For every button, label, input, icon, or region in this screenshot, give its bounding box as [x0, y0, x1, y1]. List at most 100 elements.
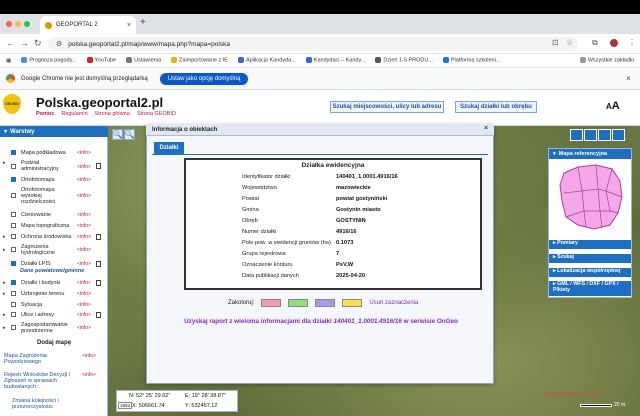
layer-info-link[interactable]: <info>: [77, 325, 91, 331]
reload-icon[interactable]: ↻: [34, 38, 42, 49]
new-tab-button[interactable]: +: [140, 17, 146, 28]
layer-checkbox[interactable]: [11, 325, 16, 330]
extensions-icon[interactable]: ⧉: [592, 38, 598, 48]
profile-avatar[interactable]: [610, 39, 618, 47]
maximize-window-icon[interactable]: [24, 21, 30, 27]
extra-layer-link[interactable]: Rejestr Wniosków Decyzji i Zgłoszeń w sp…: [4, 372, 96, 390]
tool-button-1[interactable]: [570, 129, 583, 141]
color-swatch-green[interactable]: [288, 299, 309, 307]
tool-button-3[interactable]: [598, 129, 611, 141]
bookmark-item[interactable]: Dzień 1-5 PRODU...: [375, 57, 433, 64]
color-swatch-yellow[interactable]: [342, 299, 363, 307]
expand-arrow-icon[interactable]: ▸: [3, 247, 6, 253]
extra-layer-link[interactable]: Mapa Zagrożenia Powodziowego <info>: [4, 353, 96, 365]
layer-checkbox[interactable]: [11, 234, 16, 239]
layer-info-link[interactable]: <info>: [77, 312, 91, 318]
terms-link[interactable]: Regulamin: [61, 111, 87, 117]
layer-info-link[interactable]: <info>: [77, 150, 91, 156]
export-item[interactable]: ▸ GML / WFS / DXF / GPX / Pikiety: [549, 281, 631, 296]
epsg-badge[interactable]: 1992: [118, 402, 133, 409]
document-icon[interactable]: [96, 234, 101, 240]
layer-info-link[interactable]: <info>: [77, 164, 91, 170]
help-link[interactable]: Pomoc: [36, 111, 54, 117]
geobid-link[interactable]: Strona GEOBID: [137, 111, 176, 117]
layer-checkbox[interactable]: [11, 193, 16, 198]
close-dialog-icon[interactable]: ×: [484, 125, 488, 132]
bookmark-item[interactable]: Aplikacja Kandyda...: [237, 57, 296, 64]
layer-info-link[interactable]: <info>: [77, 193, 91, 199]
layer-checkbox[interactable]: [11, 261, 16, 266]
bookmark-item[interactable]: Ustawienia: [126, 57, 161, 64]
layer-info-link[interactable]: <info>: [77, 234, 91, 240]
layer-order-link[interactable]: Zmiana kolejności i przezroczystości: [12, 398, 82, 410]
expand-arrow-icon[interactable]: ▸: [3, 234, 6, 240]
tool-button-4[interactable]: [612, 129, 625, 141]
layer-info-link[interactable]: <info>: [77, 291, 91, 297]
layer-checkbox[interactable]: [11, 312, 16, 317]
layer-checkbox[interactable]: [11, 177, 16, 182]
layer-checkbox[interactable]: [11, 302, 16, 307]
layer-checkbox[interactable]: [11, 212, 16, 217]
install-app-icon[interactable]: ⊡: [552, 38, 559, 47]
home-link[interactable]: Strona główna: [95, 111, 130, 117]
map-attribution[interactable]: © OpenStreetMap contributors: [540, 391, 601, 396]
search-address-button[interactable]: Szukaj miejscowości, ulicy lub adresu: [330, 101, 444, 113]
browser-tab[interactable]: GEOPORTAL 2 ×: [40, 16, 136, 34]
layer-checkbox[interactable]: [11, 247, 16, 252]
zoom-in-icon[interactable]: 🔍: [112, 129, 123, 140]
document-icon[interactable]: [96, 261, 101, 267]
layer-checkbox[interactable]: [11, 164, 16, 169]
layer-info-link[interactable]: <info>: [77, 302, 91, 308]
bookmark-item[interactable]: Zaimportowane z IE: [171, 57, 228, 64]
measure-item[interactable]: ▸ Pomiary: [549, 240, 631, 249]
search-item[interactable]: ▸ Szukaj: [549, 254, 631, 263]
expand-arrow-icon[interactable]: ▸: [3, 291, 6, 297]
layers-header[interactable]: ▾ Warstwy: [0, 126, 108, 137]
color-swatch-purple[interactable]: [315, 299, 336, 307]
document-icon[interactable]: [96, 280, 101, 286]
close-tab-icon[interactable]: ×: [127, 22, 131, 29]
expand-arrow-icon[interactable]: ▸: [3, 160, 6, 166]
document-icon[interactable]: [96, 312, 101, 318]
forward-arrow-icon[interactable]: →: [20, 38, 29, 48]
zoom-out-icon[interactable]: 🔍: [124, 129, 135, 140]
expand-arrow-icon[interactable]: ▸: [3, 280, 6, 286]
close-infobar-icon[interactable]: ×: [626, 74, 631, 83]
address-bar[interactable]: ⚙ polska.geoportal2.pl/map/www/mapa.php?…: [48, 37, 578, 51]
bookmark-item[interactable]: Kandydaci – Kandy...: [305, 57, 365, 64]
layer-checkbox[interactable]: [11, 280, 16, 285]
layer-info-link[interactable]: <info>: [77, 247, 91, 253]
all-bookmarks-folder[interactable]: Wszystkie zakładki: [579, 57, 634, 64]
layer-info-link[interactable]: <info>: [77, 212, 91, 218]
tool-button-2[interactable]: [584, 129, 597, 141]
coordinate-item[interactable]: ▸ Lokalizacja współrzędnej: [549, 268, 631, 277]
apps-grid-icon[interactable]: ▦: [6, 58, 11, 64]
font-size-toggle[interactable]: AAAA: [606, 100, 620, 112]
chrome-menu-icon[interactable]: ⋮: [628, 38, 636, 47]
expand-arrow-icon[interactable]: ▸: [3, 312, 6, 318]
layer-info-link[interactable]: <info>: [77, 223, 91, 229]
layer-info-link[interactable]: <info>: [77, 177, 91, 183]
back-arrow-icon[interactable]: ←: [6, 38, 15, 48]
layer-checkbox[interactable]: [11, 291, 16, 296]
reference-map-header[interactable]: ▾ Mapa referencyjna: [549, 149, 631, 159]
bookmark-item[interactable]: Platforma szkoleni...: [442, 57, 500, 64]
close-window-icon[interactable]: [6, 21, 12, 27]
bookmark-item[interactable]: Prognoza pogody...: [21, 57, 77, 64]
search-parcel-button[interactable]: Szukaj działki lub obrębu: [455, 101, 537, 113]
color-swatch-pink[interactable]: [261, 299, 282, 307]
bookmark-star-icon[interactable]: ☆: [566, 38, 573, 47]
site-settings-icon[interactable]: ⚙: [56, 40, 62, 48]
report-link[interactable]: Uzyskaj raport z wieloma informacjami dl…: [154, 318, 488, 325]
poland-reference-map[interactable]: [556, 161, 626, 233]
layer-checkbox[interactable]: [11, 150, 16, 155]
layer-info-link[interactable]: <info>: [77, 261, 91, 267]
set-default-button[interactable]: Ustaw jako opcję domyślną: [159, 72, 249, 85]
tab-dzialki[interactable]: Działki: [154, 142, 184, 154]
document-icon[interactable]: [96, 163, 101, 169]
minimize-window-icon[interactable]: [15, 21, 21, 27]
layer-checkbox[interactable]: [11, 223, 16, 228]
layer-info-link[interactable]: <info>: [77, 280, 91, 286]
expand-arrow-icon[interactable]: ▸: [3, 325, 6, 331]
clear-selection-link[interactable]: Usuń zaznaczenia: [369, 300, 418, 306]
